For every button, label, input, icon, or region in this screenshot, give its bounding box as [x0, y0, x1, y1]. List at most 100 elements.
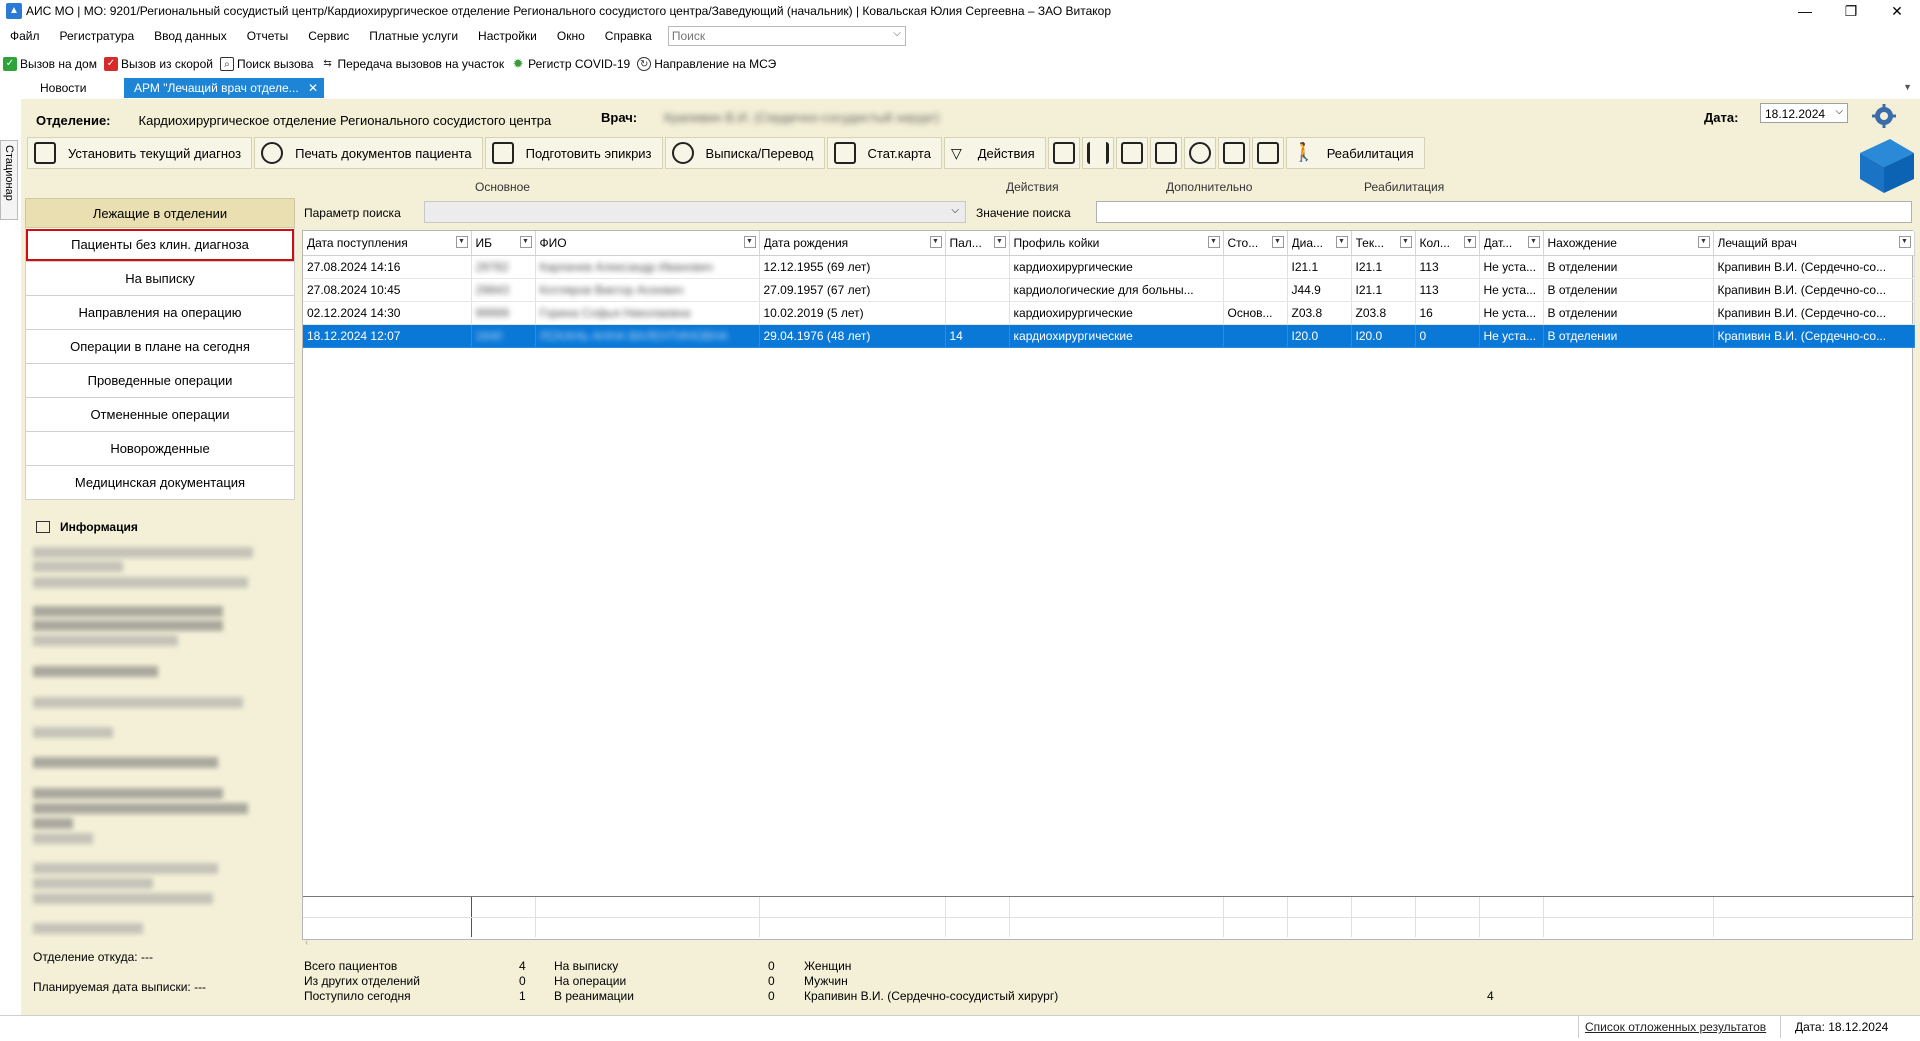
menu-paid-services[interactable]: Платные услуги: [359, 29, 468, 43]
table-row[interactable]: 27.08.2024 14:16 29782 Карпачев Александ…: [303, 255, 1915, 279]
col-cost[interactable]: Сто... ▼: [1223, 231, 1288, 256]
cell-location: В отделении: [1543, 255, 1714, 279]
rehab-button[interactable]: 🚶 Реабилитация: [1285, 137, 1425, 169]
department-value: Кардиохирургическое отделение Региональн…: [138, 112, 552, 128]
nav-item-surgery-referrals[interactable]: Направления на операцию: [25, 296, 295, 330]
prepare-epicrisis-button[interactable]: Подготовить эпикриз: [484, 137, 663, 169]
menu-service[interactable]: Сервис: [298, 29, 359, 43]
col-birth-date[interactable]: Дата рождения ▼: [759, 231, 946, 256]
info-title-label: Информация: [60, 520, 138, 534]
col-discharge-date[interactable]: Дат... ▼: [1479, 231, 1544, 256]
menu-data-entry[interactable]: Ввод данных: [144, 29, 237, 43]
chevron-down-icon[interactable]: ⌵: [1835, 106, 1843, 117]
search-call-button[interactable]: ⌕ Поиск вызова: [217, 57, 318, 71]
tab-arm-label: АРМ "Лечащий врач отделе...: [134, 81, 299, 95]
col-diagnosis[interactable]: Диа... ▼: [1287, 231, 1352, 256]
summary-men-label: Мужчин: [804, 974, 848, 988]
side-tab-hospital[interactable]: Стационар: [0, 140, 18, 220]
nav-item-no-diagnosis[interactable]: Пациенты без клин. диагноза: [25, 228, 295, 262]
col-bed-days[interactable]: Кол... ▼: [1415, 231, 1480, 256]
additional-button-3[interactable]: [1115, 137, 1148, 169]
menu-settings[interactable]: Настройки: [468, 29, 547, 43]
filter-icon[interactable]: ▼: [1271, 236, 1284, 248]
info-title: Информация: [36, 520, 138, 534]
nav-item-newborns[interactable]: Новорожденные: [25, 432, 295, 466]
additional-button-4[interactable]: [1149, 137, 1182, 169]
nav-item-cancelled-surgeries[interactable]: Отмененные операции: [25, 398, 295, 432]
statcard-button[interactable]: Стат.карта: [826, 137, 942, 169]
col-bed-profile[interactable]: Профиль койки ▼: [1009, 231, 1224, 256]
tab-news[interactable]: Новости: [30, 78, 96, 98]
nav-item-surgeries-today[interactable]: Операции в плане на сегодня: [25, 330, 295, 364]
table-row[interactable]: 02.12.2024 14:30 99999 Горина Софья Нико…: [303, 301, 1915, 325]
menu-help[interactable]: Справка: [595, 29, 662, 43]
filter-icon[interactable]: ▼: [1207, 236, 1220, 248]
close-icon[interactable]: ✕: [308, 78, 318, 98]
scroll-left-icon[interactable]: ‹: [305, 937, 308, 948]
col-case-number[interactable]: ИБ ▼: [471, 231, 536, 256]
menu-search-input[interactable]: [668, 27, 879, 45]
filter-icon[interactable]: ▼: [455, 236, 468, 248]
filter-icon[interactable]: ▼: [1463, 236, 1476, 248]
additional-button-6[interactable]: [1217, 137, 1250, 169]
set-diagnosis-label: Установить текущий диагноз: [68, 145, 242, 161]
info-redacted-line: [33, 635, 178, 646]
horizontal-scrollbar[interactable]: ‹: [303, 937, 1914, 950]
tab-arm-doctor[interactable]: АРМ "Лечащий врач отделе... ✕: [124, 78, 324, 98]
menu-registry[interactable]: Регистратура: [50, 29, 145, 43]
menu-file[interactable]: Файл: [0, 29, 50, 43]
col-admission-date[interactable]: Дата поступления ▼: [303, 231, 472, 256]
nav-item-discharge[interactable]: На выписку: [25, 262, 295, 296]
gear-icon[interactable]: [1872, 104, 1896, 128]
col-attending-doctor[interactable]: Лечащий врач ▼: [1713, 231, 1915, 256]
filter-icon[interactable]: ▼: [1697, 236, 1710, 248]
print-docs-button[interactable]: Печать документов пациента: [254, 137, 483, 169]
col-ward[interactable]: Пал... ▼: [945, 231, 1010, 256]
minimize-button[interactable]: —: [1782, 0, 1828, 22]
cell-diagnosis: J44.9: [1287, 278, 1352, 302]
chevron-down-icon[interactable]: ⌵: [951, 205, 959, 216]
filter-icon[interactable]: ▼: [1335, 236, 1348, 248]
maximize-button[interactable]: ❐: [1828, 0, 1874, 22]
filter-icon[interactable]: ▼: [1527, 236, 1540, 248]
cell-admission-date: 27.08.2024 10:45: [303, 278, 472, 302]
search-param-select[interactable]: ⌵: [424, 201, 966, 223]
set-diagnosis-button[interactable]: Установить текущий диагноз: [27, 137, 253, 169]
nav-item-medical-docs[interactable]: Медицинская документация: [25, 466, 295, 500]
filter-icon[interactable]: ▼: [519, 236, 532, 248]
filter-icon[interactable]: ▼: [743, 236, 756, 248]
nav-header-inpatients[interactable]: Лежащие в отделении: [25, 198, 295, 228]
additional-button-7[interactable]: [1251, 137, 1284, 169]
info-redacted-line: [33, 757, 218, 768]
discharge-button[interactable]: Выписка/Перевод: [664, 137, 825, 169]
additional-button-5[interactable]: [1183, 137, 1216, 169]
menu-reports[interactable]: Отчеты: [237, 29, 298, 43]
filter-icon[interactable]: ▼: [993, 236, 1006, 248]
search-value-input[interactable]: [1096, 201, 1912, 223]
filter-icon[interactable]: ▼: [1399, 236, 1412, 248]
menu-window[interactable]: Окно: [547, 29, 595, 43]
close-button[interactable]: ✕: [1874, 0, 1920, 22]
date-picker[interactable]: 18.12.2024 ⌵: [1760, 103, 1848, 123]
deferred-results-link[interactable]: Список отложенных результатов: [1585, 1020, 1766, 1034]
actions-dropdown-button[interactable]: ▽ Действия: [943, 137, 1046, 169]
col-current-diagnosis[interactable]: Тек... ▼: [1351, 231, 1416, 256]
menu-search-combo[interactable]: ⌵: [667, 26, 906, 46]
additional-button-2[interactable]: [1081, 137, 1114, 169]
col-location[interactable]: Нахождение ▼: [1543, 231, 1714, 256]
filter-icon[interactable]: ▼: [1898, 236, 1911, 248]
table-row[interactable]: 27.08.2024 10:45 29843 Котляров Виктор А…: [303, 278, 1915, 302]
home-call-button[interactable]: ✓ Вызов на дом: [0, 57, 101, 71]
tab-list-chevron-icon[interactable]: ▼: [1903, 82, 1912, 92]
cell-birth-date: 29.04.1976 (48 лет): [759, 324, 946, 348]
chevron-down-icon[interactable]: ⌵: [893, 28, 901, 39]
additional-button-1[interactable]: [1047, 137, 1080, 169]
transfer-calls-button[interactable]: ⇆ Передача вызовов на участок: [318, 57, 509, 71]
nav-item-performed-surgeries[interactable]: Проведенные операции: [25, 364, 295, 398]
mse-direction-button[interactable]: ↻ Направление на МСЭ: [634, 57, 780, 71]
col-full-name[interactable]: ФИО ▼: [535, 231, 760, 256]
covid-register-button[interactable]: ✹ Регистр COVID-19: [508, 57, 634, 71]
ambulance-call-button[interactable]: ✓ Вызов из скорой: [101, 57, 217, 71]
table-row-selected[interactable]: 18.12.2024 12:07 1640 ЛОХАНЬ АННА ВАЛЕНТ…: [303, 324, 1915, 348]
filter-icon[interactable]: ▼: [929, 236, 942, 248]
